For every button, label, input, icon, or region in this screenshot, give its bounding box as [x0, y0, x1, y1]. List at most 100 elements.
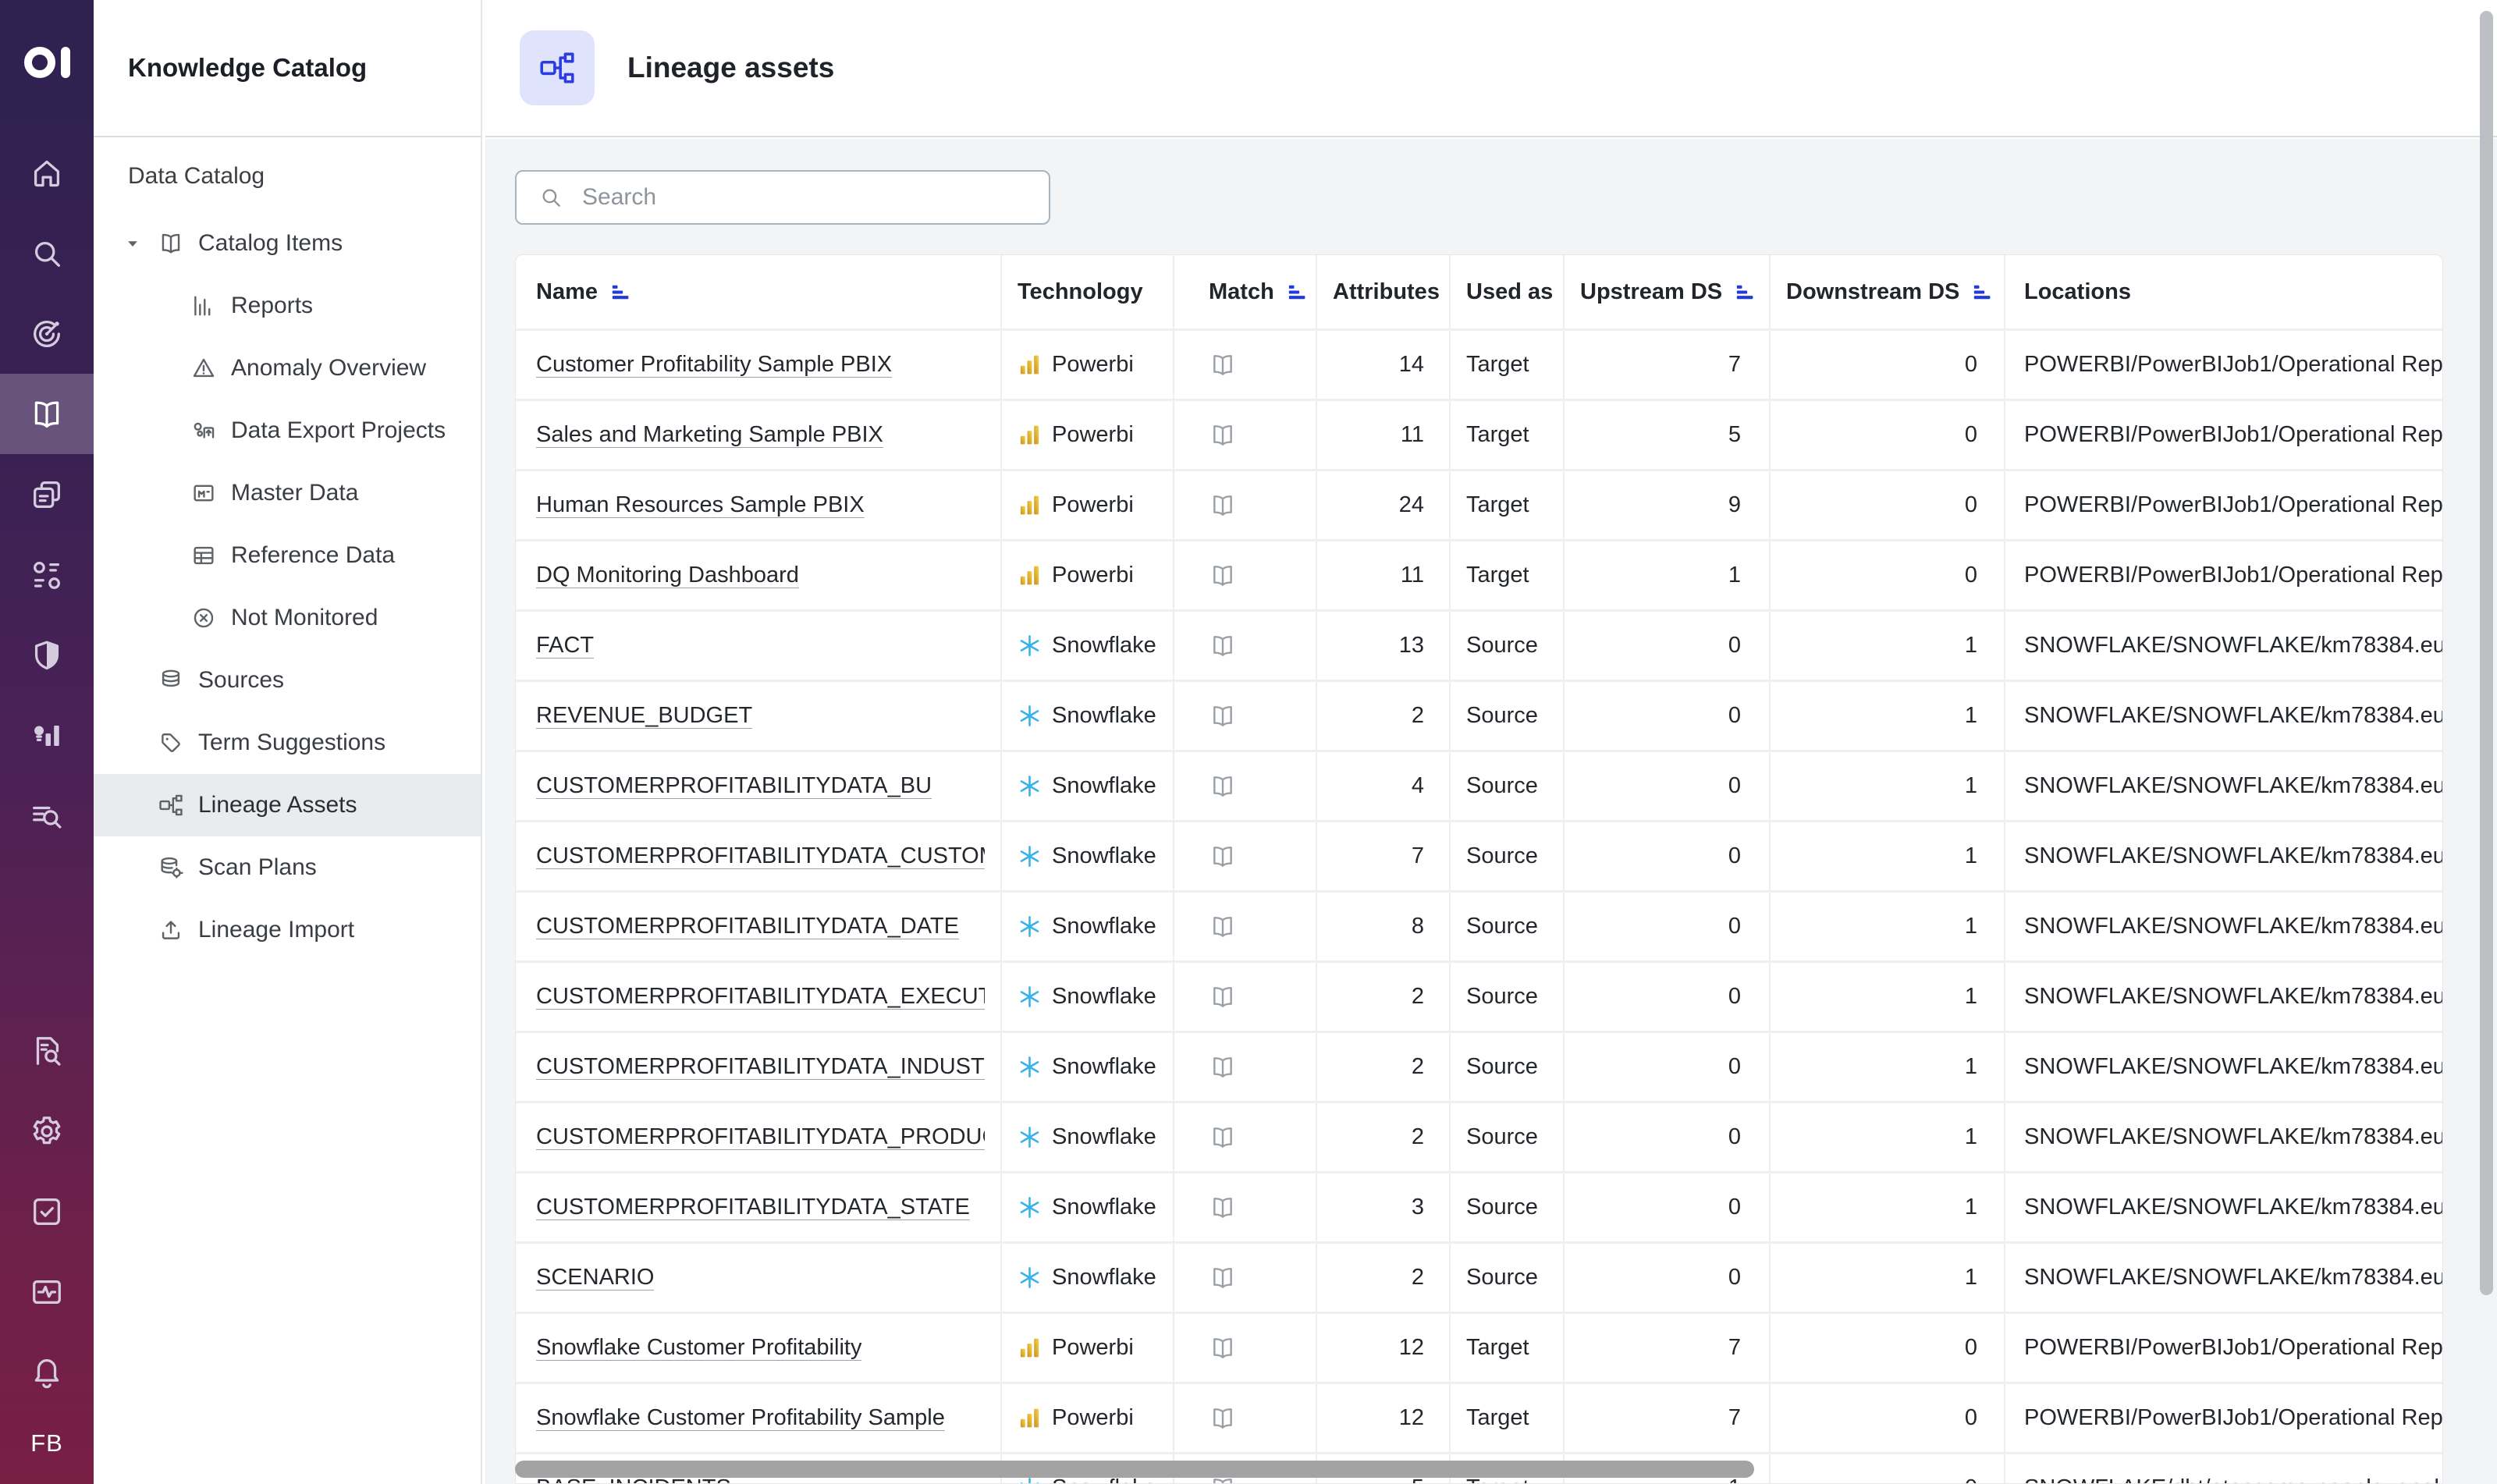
- sidebar-item-catalog-items[interactable]: Catalog Items: [94, 212, 481, 275]
- cell-attributes: 24: [1316, 471, 1449, 539]
- asset-name-link[interactable]: CUSTOMERPROFITABILITYDATA_BU: [536, 773, 932, 799]
- rail-item-notifications[interactable]: [0, 1332, 94, 1412]
- cell-downstream-ds: 1: [1769, 752, 2004, 820]
- column-header-attributes[interactable]: Attributes: [1316, 255, 1449, 328]
- table-row: Snowflake Customer Profitability Powerbi…: [516, 1312, 2442, 1382]
- downstream-count: 1: [1965, 984, 1977, 1010]
- cell-locations: SNOWFLAKE/SNOWFLAKE/km78384.eu-ce: [2004, 752, 2443, 820]
- primary-nav-rail: FB: [0, 0, 94, 1484]
- used-as-value: Source: [1466, 843, 1538, 869]
- asset-name-link[interactable]: Customer Profitability Sample PBIX: [536, 352, 892, 378]
- asset-name-link[interactable]: CUSTOMERPROFITABILITYDATA_STATE: [536, 1195, 970, 1220]
- asset-name-link[interactable]: CUSTOMERPROFITABILITYDATA_DATE: [536, 914, 959, 939]
- sidebar-item-data-export-projects[interactable]: Data Export Projects: [94, 399, 481, 462]
- asset-name-link[interactable]: SCENARIO: [536, 1265, 654, 1291]
- table-header-row: Name Technology Match Attributes Used as…: [516, 255, 2442, 328]
- table-row: DQ Monitoring Dashboard Powerbi 11 Targe…: [516, 539, 2442, 609]
- sidebar-item-lineage-assets[interactable]: Lineage Assets: [94, 774, 481, 836]
- upstream-count: 0: [1728, 984, 1741, 1010]
- rail-item-projects[interactable]: [0, 454, 94, 534]
- asset-name-link[interactable]: CUSTOMERPROFITABILITYDATA_INDUSTRY: [536, 1054, 985, 1080]
- asset-name-link[interactable]: REVENUE_BUDGET: [536, 703, 752, 729]
- rail-item-insights[interactable]: [0, 695, 94, 776]
- asset-name-link[interactable]: Snowflake Customer Profitability: [536, 1335, 861, 1361]
- sidebar-item-anomaly-overview[interactable]: Anomaly Overview: [94, 337, 481, 399]
- brand-logo[interactable]: [0, 0, 94, 117]
- caret-down-icon[interactable]: [122, 233, 144, 254]
- cell-match: [1173, 752, 1316, 820]
- rail-item-audit-log[interactable]: [0, 1010, 94, 1091]
- upstream-count: 0: [1728, 1195, 1741, 1220]
- rail-item-home[interactable]: [0, 133, 94, 213]
- upstream-count: 7: [1728, 1335, 1741, 1361]
- tree-caret-slot[interactable]: [122, 232, 158, 255]
- rail-item-data-quality[interactable]: [0, 293, 94, 374]
- sidebar-item-lineage-import[interactable]: Lineage Import: [94, 899, 481, 961]
- snowflake-icon: [1018, 1055, 1042, 1079]
- rail-item-security[interactable]: [0, 615, 94, 695]
- column-header-technology[interactable]: Technology: [1000, 255, 1173, 328]
- asset-name-link[interactable]: DQ Monitoring Dashboard: [536, 563, 799, 588]
- column-header-used-as[interactable]: Used as: [1449, 255, 1563, 328]
- rail-item-system-health[interactable]: [0, 1251, 94, 1332]
- sidebar-item-reference-data[interactable]: Reference Data: [94, 524, 481, 587]
- sidebar-item-reports[interactable]: Reports: [94, 275, 481, 337]
- cell-name: Sales and Marketing Sample PBIX: [516, 401, 1000, 469]
- sidebar-item-master-data[interactable]: Master Data: [94, 462, 481, 524]
- data-observability-icon: [29, 798, 65, 834]
- sidebar-item-term-suggestions[interactable]: Term Suggestions: [94, 712, 481, 774]
- search-input[interactable]: [581, 183, 1049, 211]
- cell-technology: Powerbi: [1000, 541, 1173, 609]
- brand-logo-ring: [24, 47, 55, 78]
- downstream-count: 0: [1965, 1405, 1977, 1431]
- cell-match: [1173, 541, 1316, 609]
- column-header-locations[interactable]: Locations: [2004, 255, 2443, 328]
- rail-item-tasks[interactable]: [0, 1171, 94, 1251]
- open-book-icon: [1209, 562, 1237, 590]
- table-row: Sales and Marketing Sample PBIX Powerbi …: [516, 399, 2442, 469]
- cell-used-as: Source: [1449, 893, 1563, 960]
- asset-name-link[interactable]: Sales and Marketing Sample PBIX: [536, 422, 883, 448]
- column-header-match[interactable]: Match: [1173, 255, 1316, 328]
- cell-match: [1173, 682, 1316, 750]
- cell-used-as: Target: [1449, 471, 1563, 539]
- column-header-upstream-ds[interactable]: Upstream DS: [1563, 255, 1769, 328]
- sidebar-item-label: Reports: [231, 293, 313, 319]
- column-header-downstream-ds[interactable]: Downstream DS: [1769, 255, 2004, 328]
- cell-technology: Snowflake: [1000, 893, 1173, 960]
- sidebar-item-scan-plans[interactable]: Scan Plans: [94, 836, 481, 899]
- vertical-scrollbar-thumb[interactable]: [2480, 11, 2493, 1295]
- rail-item-knowledge-catalog[interactable]: [0, 374, 94, 454]
- open-book-icon: [1209, 913, 1237, 941]
- asset-name-link[interactable]: FACT: [536, 633, 594, 659]
- sidebar-item-label: Catalog Items: [198, 230, 343, 257]
- cell-attributes: 2: [1316, 1103, 1449, 1171]
- rail-item-search[interactable]: [0, 213, 94, 293]
- cell-match: [1173, 1173, 1316, 1241]
- cell-downstream-ds: 1: [1769, 1103, 2004, 1171]
- sidebar-item-not-monitored[interactable]: Not Monitored: [94, 587, 481, 649]
- brand-logo-bar: [61, 47, 70, 78]
- asset-name-link[interactable]: CUSTOMERPROFITABILITYDATA_PRODUCT: [536, 1124, 985, 1150]
- asset-name-link[interactable]: Snowflake Customer Profitability Sample: [536, 1405, 945, 1431]
- cell-match: [1173, 1103, 1316, 1171]
- rail-item-settings[interactable]: [0, 1091, 94, 1171]
- sidebar-item-sources[interactable]: Sources: [94, 649, 481, 712]
- rail-item-data-observability[interactable]: [0, 776, 94, 856]
- column-header-name[interactable]: Name: [516, 255, 1000, 328]
- tree-caret-slot: [122, 669, 158, 692]
- asset-name-link[interactable]: CUSTOMERPROFITABILITYDATA_CUSTOMER: [536, 843, 985, 869]
- asset-name-link[interactable]: Human Resources Sample PBIX: [536, 492, 865, 518]
- cell-technology: Snowflake: [1000, 612, 1173, 680]
- table-row: FACT Snowflake 13 Source 0 1 SNOWFLAKE/S…: [516, 609, 2442, 680]
- open-book-icon: [1209, 1334, 1237, 1362]
- asset-name-link[interactable]: CUSTOMERPROFITABILITYDATA_EXECUTIVE: [536, 984, 985, 1010]
- location-path: POWERBI/PowerBIJob1/Operational Repor: [2024, 1335, 2443, 1361]
- downstream-count: 1: [1965, 1265, 1977, 1291]
- location-path: POWERBI/PowerBIJob1/Operational Repor: [2024, 563, 2443, 588]
- user-avatar[interactable]: FB: [0, 1412, 94, 1475]
- horizontal-scrollbar-thumb[interactable]: [515, 1461, 1754, 1478]
- app-window: FB Knowledge Catalog Data Catalog Catalo…: [0, 0, 2497, 1484]
- attributes-count: 2: [1412, 703, 1424, 729]
- rail-item-widgets[interactable]: [0, 534, 94, 615]
